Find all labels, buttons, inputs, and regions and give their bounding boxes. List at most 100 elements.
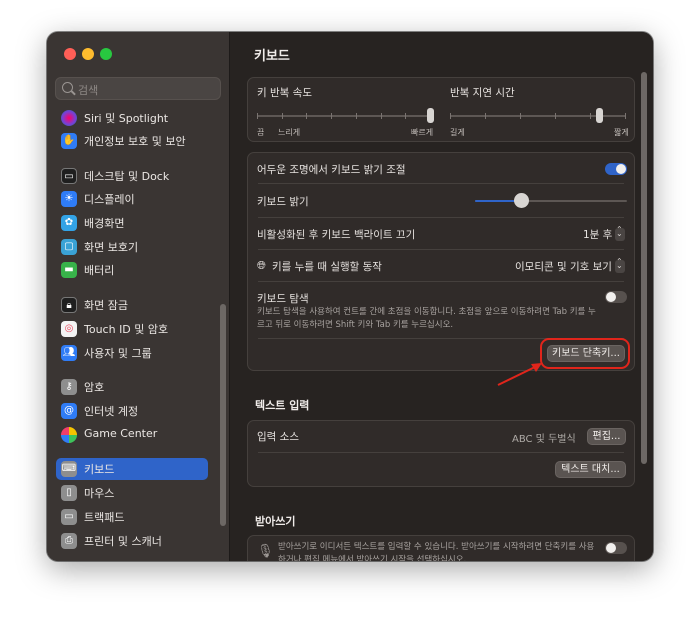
- sidebar-item-label: 데스크탑 및 Dock: [84, 170, 170, 183]
- screensaver-icon: ▢: [61, 239, 77, 255]
- globe-key-popup-arrows[interactable]: [615, 257, 625, 273]
- sidebar-item-label: 화면 보호기: [84, 241, 139, 254]
- dictation-desc: 받아쓰기로 이디서든 텍스트를 입력할 수 있습니다. 받아쓰기를 시작하려면 …: [278, 542, 595, 561]
- sidebar-item-lock-screen[interactable]: 🔒︎ 화면 잠금: [56, 294, 208, 316]
- sidebar-item-label: 사용자 및 그룹: [84, 347, 152, 360]
- keyboard-nav-toggle[interactable]: [605, 291, 627, 303]
- shortcuts-highlight-box: [540, 338, 630, 369]
- close-window-button[interactable]: [64, 48, 76, 60]
- zoom-window-button[interactable]: [100, 48, 112, 60]
- main-scrollbar[interactable]: [641, 72, 647, 464]
- sidebar-item-label: 디스플레이: [84, 193, 135, 206]
- main-pane: 키보드 키 반복 속도 반복 지연 시간 끔 느리게 빠르게 길게 짧게 어두운…: [230, 32, 653, 561]
- sidebar-item-mouse[interactable]: ▯ 마우스: [56, 482, 208, 504]
- slider-tick: [405, 113, 406, 119]
- key-icon: ⚷: [61, 379, 77, 395]
- sidebar-item-privacy[interactable]: ✋ 개인정보 보호 및 보안: [56, 130, 208, 152]
- sidebar-item-label: Siri 및 Spotlight: [84, 112, 169, 125]
- trackpad-icon: ▭: [61, 509, 77, 525]
- sidebar-item-label: 배터리: [84, 264, 115, 277]
- repeat-min-label: 끔: [257, 128, 265, 137]
- sidebar-item-internet-accounts[interactable]: @ 인터넷 계정: [56, 400, 208, 422]
- slider-tick: [590, 113, 591, 119]
- sidebar-item-printers[interactable]: ⎙ 프린터 및 스캐너: [56, 530, 208, 552]
- globe-key-label: 키를 누를 때 실행할 동작: [272, 261, 382, 273]
- sidebar-item-trackpad[interactable]: ▭ 트랙패드: [56, 506, 208, 528]
- slider-tick: [356, 113, 357, 119]
- dictation-toggle[interactable]: [605, 542, 627, 554]
- slider-tick: [282, 113, 283, 119]
- delay-slider-thumb[interactable]: [595, 108, 603, 123]
- mouse-icon: ▯: [61, 485, 77, 501]
- slider-tick: [485, 113, 486, 119]
- key-repeat-slider-thumb[interactable]: [427, 108, 434, 123]
- search-placeholder: 검색: [78, 84, 99, 97]
- divider: [258, 217, 624, 218]
- brightness-label: 키보드 밝기: [257, 196, 309, 208]
- sidebar-item-label: 화면 잠금: [84, 299, 128, 312]
- slider-tick: [625, 113, 626, 119]
- edit-input-sources-button[interactable]: 편집...: [587, 428, 626, 445]
- search-input[interactable]: 검색: [55, 77, 221, 100]
- divider: [258, 452, 624, 453]
- input-sources-label: 입력 소스: [257, 431, 299, 443]
- divider: [258, 183, 624, 184]
- sidebar-item-label: Game Center: [84, 427, 158, 440]
- sidebar-item-label: 배경화면: [84, 217, 125, 230]
- slider-tick: [381, 113, 382, 119]
- adjust-brightness-label: 어두운 조명에서 키보드 밝기 조절: [257, 164, 406, 176]
- text-input-section-title: 텍스트 입력: [255, 399, 310, 412]
- sidebar-item-desktop-dock[interactable]: ▭ 데스크탑 및 Dock: [56, 165, 208, 187]
- delay-long-label: 길게: [450, 128, 465, 137]
- lock-icon: 🔒︎: [61, 297, 77, 313]
- slider-tick: [331, 113, 332, 119]
- key-repeat-card: 키 반복 속도 반복 지연 시간 끔 느리게 빠르게 길게 짧게: [247, 77, 635, 142]
- fingerprint-icon: ◎: [61, 321, 77, 337]
- text-replacements-button[interactable]: 텍스트 대치...: [555, 461, 626, 478]
- hand-icon: ✋: [61, 133, 77, 149]
- search-icon: [62, 82, 73, 93]
- sidebar-item-touch-id[interactable]: ◎ Touch ID 및 암호: [56, 318, 208, 340]
- divider: [258, 281, 624, 282]
- sidebar-item-label: 키보드: [84, 463, 115, 476]
- repeat-fast-label: 빠르게: [411, 128, 434, 137]
- brightness-slider-thumb[interactable]: [513, 193, 529, 208]
- page-title: 키보드: [254, 49, 290, 64]
- divider: [258, 249, 624, 250]
- sidebar-item-game-center[interactable]: Game Center: [56, 424, 208, 446]
- sidebar-item-label: 개인정보 보호 및 보안: [84, 135, 186, 148]
- sidebar-item-wallpaper[interactable]: ✿ 배경화면: [56, 212, 208, 234]
- sidebar-item-displays[interactable]: ☀ 디스플레이: [56, 188, 208, 210]
- sidebar-item-label: 트랙패드: [84, 511, 125, 524]
- sidebar-item-battery[interactable]: ▬ 배터리: [56, 259, 208, 281]
- sidebar-item-keyboard[interactable]: ⌨ 키보드: [56, 458, 208, 480]
- adjust-brightness-toggle[interactable]: [605, 163, 627, 175]
- sidebar-item-users[interactable]: 👥︎ 사용자 및 그룹: [56, 342, 208, 364]
- backlight-off-label: 비활성화된 후 키보드 백라이트 끄기: [257, 229, 416, 241]
- printer-icon: ⎙: [61, 533, 77, 549]
- sun-icon: ☀: [61, 191, 77, 207]
- keyboard-nav-label: 키보드 탐색: [257, 293, 309, 305]
- globe-key-value[interactable]: 이모티콘 및 기호 보기: [515, 259, 612, 274]
- sidebar-item-label: 인터넷 계정: [84, 405, 139, 418]
- repeat-slow-label: 느리게: [278, 128, 301, 137]
- sidebar-item-passwords[interactable]: ⚷ 암호: [56, 376, 208, 398]
- at-icon: @: [61, 403, 77, 419]
- slider-tick: [520, 113, 521, 119]
- key-repeat-label: 키 반복 속도: [257, 87, 312, 99]
- slider-tick: [306, 113, 307, 119]
- backlight-off-value[interactable]: 1분 후: [583, 227, 612, 242]
- dictation-card: 🎙︎ 받아쓰기로 이디서든 텍스트를 입력할 수 있습니다. 받아쓰기를 시작하…: [247, 535, 635, 561]
- backlight-off-popup-arrows[interactable]: [615, 225, 625, 241]
- sidebar-item-label: 마우스: [84, 487, 115, 500]
- minimize-window-button[interactable]: [82, 48, 94, 60]
- sidebar-scrollbar[interactable]: [220, 304, 226, 526]
- microphone-icon: 🎙︎: [257, 544, 274, 559]
- text-input-card: 입력 소스 ABC 및 두벌식 편집... 텍스트 대치...: [247, 420, 635, 487]
- slider-tick: [257, 113, 258, 119]
- sidebar-item-siri[interactable]: Siri 및 Spotlight: [56, 107, 208, 129]
- sidebar-item-label: 프린터 및 스캐너: [84, 535, 162, 548]
- delay-label: 반복 지연 시간: [450, 87, 515, 99]
- sidebar-item-screensaver[interactable]: ▢ 화면 보호기: [56, 236, 208, 258]
- gamecenter-icon: [61, 427, 77, 443]
